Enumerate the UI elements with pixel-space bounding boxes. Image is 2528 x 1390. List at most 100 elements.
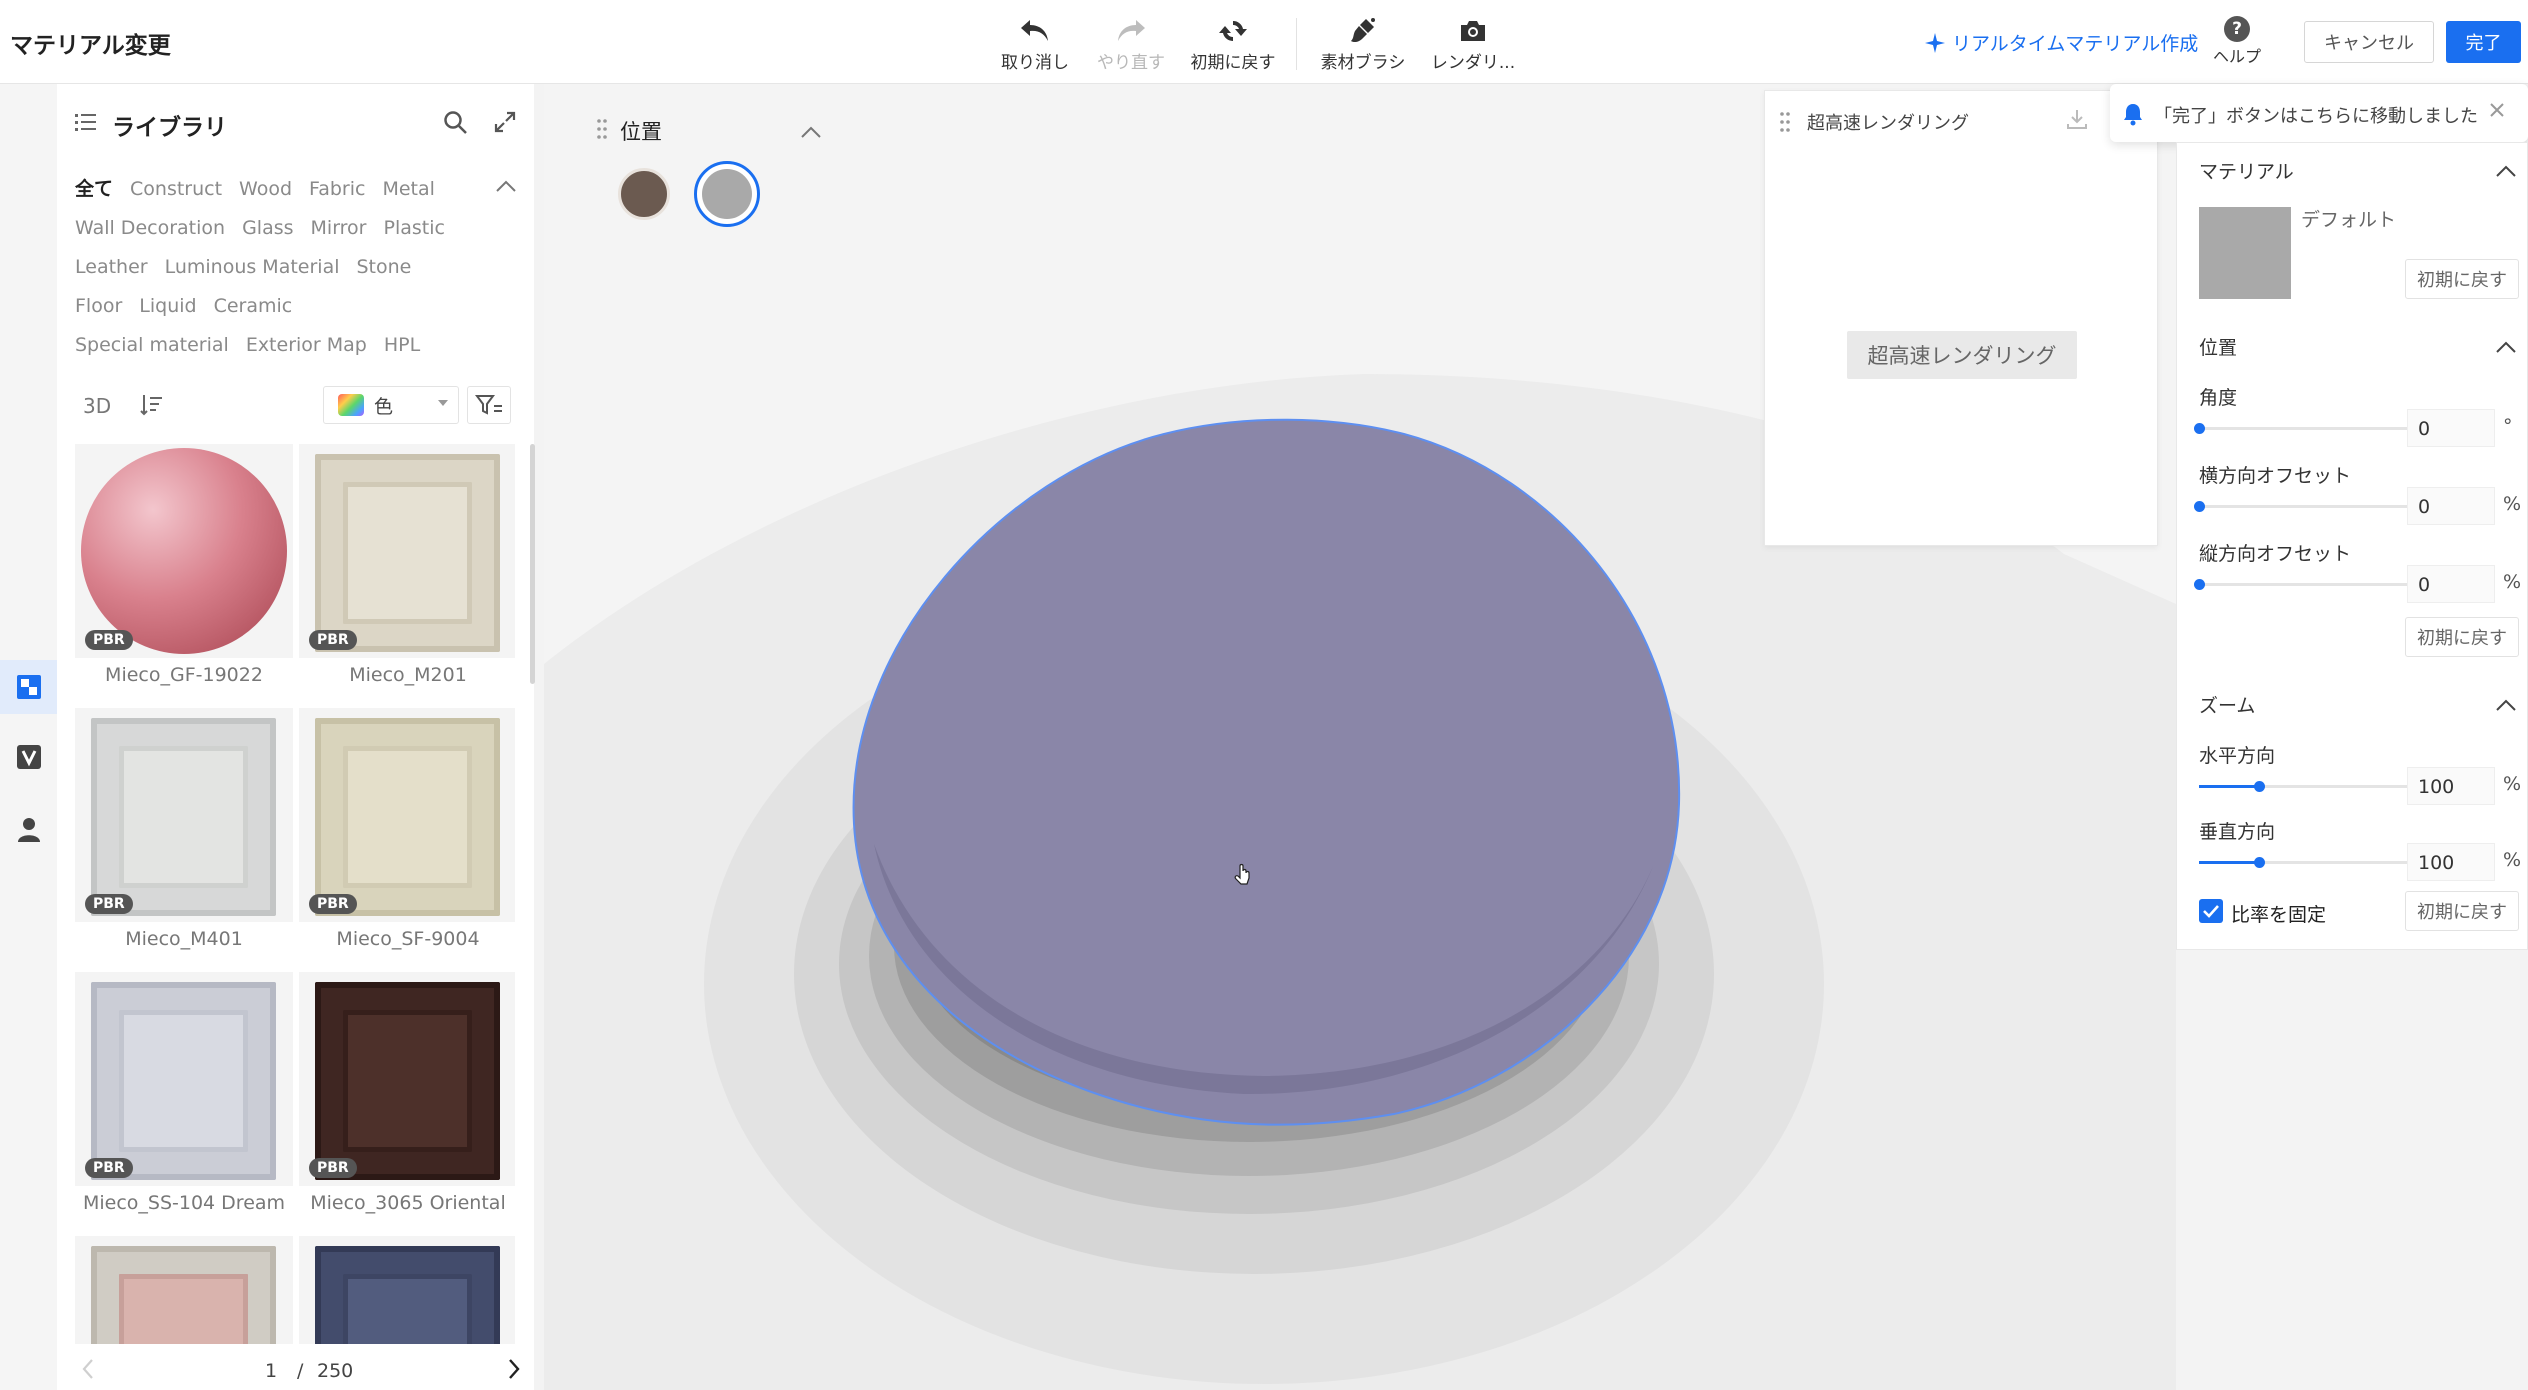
material-card[interactable]: PBR Mieco_SF-9004 [299, 708, 515, 950]
category-item[interactable]: Glass [242, 209, 293, 248]
h-offset-slider[interactable] [2194, 501, 2439, 512]
current-material-name: デフォルト [2301, 209, 2397, 231]
category-item[interactable]: Exterior Map [246, 326, 367, 365]
angle-slider[interactable] [2194, 423, 2439, 434]
zoom-horizontal-input[interactable]: 100 [2407, 767, 2495, 805]
chevron-up-icon[interactable] [800, 122, 822, 144]
fast-render-title: 超高速レンダリング [1807, 113, 1969, 134]
material-card[interactable] [299, 1236, 515, 1344]
slider-knob[interactable] [2194, 501, 2205, 512]
user-icon [17, 818, 40, 842]
close-icon[interactable] [2488, 100, 2506, 125]
cancel-button[interactable]: キャンセル [2304, 21, 2434, 63]
drag-handle-icon[interactable] [596, 118, 608, 145]
v-offset-unit: % [2503, 571, 2522, 593]
list-icon[interactable] [75, 112, 97, 137]
zoom-horizontal-slider[interactable] [2199, 781, 2439, 792]
category-item[interactable]: Plastic [384, 209, 445, 248]
redo-button[interactable]: やり直す [1076, 16, 1186, 76]
color-palette-icon [338, 394, 364, 416]
category-item[interactable]: Fabric [309, 170, 365, 209]
material-thumbnail: PBR [75, 708, 293, 922]
material-brush-button[interactable]: 素材ブラシ [1308, 16, 1418, 76]
expand-icon[interactable] [493, 110, 517, 139]
material-card[interactable]: PBR Mieco_M201 [299, 444, 515, 686]
view-3d-toggle[interactable]: 3D [83, 394, 111, 418]
camera-icon [1418, 16, 1528, 46]
v-offset-input[interactable]: 0 [2407, 565, 2495, 603]
library-scrollbar[interactable] [530, 444, 535, 684]
position-section-title: 位置 [2199, 337, 2238, 359]
sort-icon[interactable] [139, 392, 165, 423]
category-item[interactable]: Metal [382, 170, 434, 209]
fast-render-button[interactable]: 超高速レンダリング [1847, 331, 2077, 379]
category-item[interactable]: HPL [384, 326, 420, 365]
category-item[interactable]: Ceramic [214, 287, 293, 326]
category-item[interactable]: Floor [75, 287, 122, 326]
slider-knob[interactable] [2194, 579, 2205, 590]
category-item[interactable]: Wood [239, 170, 292, 209]
slider-knob[interactable] [2254, 857, 2265, 868]
material-card[interactable] [75, 1236, 293, 1344]
page-current[interactable]: 1 [265, 1360, 277, 1382]
color-filter-select[interactable]: 色 [323, 386, 459, 424]
angle-input[interactable]: 0 [2407, 409, 2495, 447]
page-total: 250 [317, 1360, 354, 1382]
done-button[interactable]: 完了 [2446, 21, 2521, 63]
help-button[interactable]: ? ヘルプ [2212, 16, 2262, 67]
material-thumbnail: PBR [299, 972, 515, 1186]
chevron-up-icon[interactable] [2495, 337, 2517, 359]
realtime-material-link[interactable]: リアルタイムマテリアル作成 [1924, 29, 2198, 56]
slider-knob[interactable] [2194, 423, 2205, 434]
position-reset-button[interactable]: 初期に戻す [2405, 617, 2519, 657]
chevron-left-icon[interactable] [81, 1358, 95, 1385]
chevron-up-icon[interactable] [2495, 161, 2517, 183]
v-offset-slider[interactable] [2194, 579, 2439, 590]
download-icon[interactable] [2065, 107, 2089, 136]
filter-button[interactable] [467, 386, 511, 424]
chevron-up-icon[interactable] [495, 176, 517, 198]
material-thumbnail [299, 1236, 515, 1344]
zoom-vertical-label: 垂直方向 [2199, 821, 2276, 843]
material-reset-button[interactable]: 初期に戻す [2405, 259, 2519, 299]
zoom-reset-button[interactable]: 初期に戻す [2405, 891, 2519, 931]
category-list: 全て Construct Wood Fabric Metal Wall Decoratio… [75, 170, 475, 365]
category-item[interactable]: Stone [357, 248, 412, 287]
checkbox-checked-icon[interactable] [2199, 899, 2223, 923]
h-offset-unit: % [2503, 493, 2522, 515]
library-panel: ライブラリ 全て Construct Wood Fabric Metal Wall Dec… [57, 84, 535, 1390]
category-item[interactable]: Liquid [139, 287, 196, 326]
rail-item-user[interactable] [0, 802, 57, 856]
material-grid: PBR Mieco_GF-19022 PBR Mieco_M201 PBR Mi… [75, 444, 515, 1344]
chevron-up-icon[interactable] [2495, 695, 2517, 717]
current-material-thumbnail[interactable] [2199, 207, 2291, 299]
category-item[interactable]: Special material [75, 326, 229, 365]
category-item[interactable]: Construct [130, 170, 222, 209]
category-item[interactable]: Leather [75, 248, 148, 287]
zoom-vertical-input[interactable]: 100 [2407, 843, 2495, 881]
category-item[interactable]: Wall Decoration [75, 209, 225, 248]
category-item[interactable]: Luminous Material [165, 248, 340, 287]
material-card[interactable]: PBR Mieco_SS-104 Dream [75, 972, 293, 1214]
chevron-right-icon[interactable] [507, 1358, 521, 1385]
wood-swatch[interactable] [618, 168, 670, 220]
slider-knob[interactable] [2254, 781, 2265, 792]
material-card[interactable]: PBR Mieco_GF-19022 [75, 444, 293, 686]
rail-item-material[interactable] [0, 660, 57, 714]
material-card[interactable]: PBR Mieco_M401 [75, 708, 293, 950]
category-item[interactable]: Mirror [311, 209, 367, 248]
library-title: ライブラリ [112, 115, 227, 141]
material-card[interactable]: PBR Mieco_3065 Oriental [299, 972, 515, 1214]
filter-icon [475, 395, 502, 415]
undo-button[interactable]: 取り消し [980, 16, 1090, 76]
rail-item-v[interactable] [0, 730, 57, 784]
reset-button[interactable]: 初期に戻す [1178, 16, 1288, 76]
zoom-vertical-slider[interactable] [2199, 857, 2439, 868]
h-offset-input[interactable]: 0 [2407, 487, 2495, 525]
render-button[interactable]: レンダリ... [1418, 16, 1528, 76]
category-item[interactable]: 全て [75, 170, 113, 209]
material-thumbnail: PBR [75, 444, 293, 658]
gray-swatch-selected[interactable] [694, 161, 760, 227]
search-icon[interactable] [443, 110, 469, 141]
drag-handle-icon[interactable] [1779, 111, 1791, 138]
